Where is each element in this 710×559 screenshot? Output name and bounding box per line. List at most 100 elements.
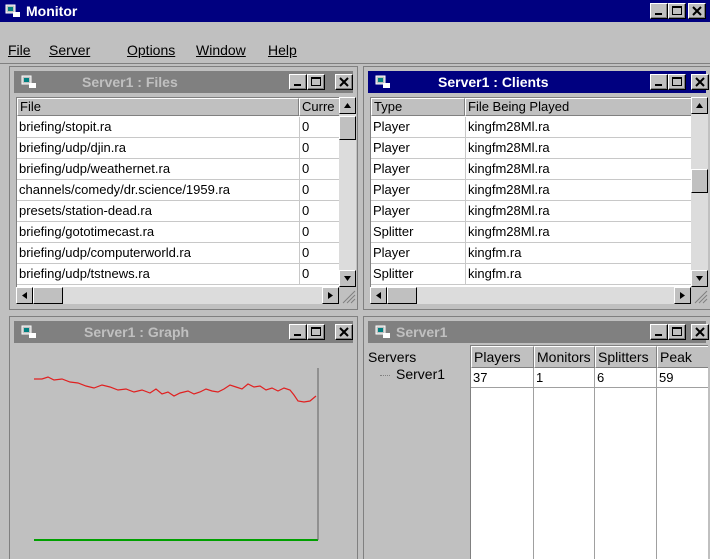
files-window-title-bar[interactable]: Server1 : Files bbox=[14, 71, 353, 93]
files-row[interactable]: channels/comedy/dr.science/1959.ra 0 bbox=[17, 180, 339, 201]
clients-column-file[interactable]: File Being Played bbox=[465, 98, 691, 116]
resize-grip[interactable] bbox=[691, 287, 708, 304]
files-cell-primary: presets/station-dead.ra bbox=[19, 203, 152, 218]
menu-options[interactable]: Options bbox=[127, 42, 175, 58]
clients-cell-secondary: kingfm.ra bbox=[468, 266, 522, 281]
files-row[interactable]: briefing/udp/djin.ra 0 bbox=[17, 138, 339, 159]
clients-row[interactable]: Player kingfm28Ml.ra bbox=[371, 201, 691, 222]
col-splitters[interactable]: Splitters bbox=[595, 346, 657, 368]
clients-cell-secondary: kingfm28Ml.ra bbox=[468, 224, 550, 239]
window-app-icon bbox=[21, 75, 36, 88]
servers-maximize-button[interactable] bbox=[668, 324, 686, 340]
clients-hscroll-thumb[interactable] bbox=[387, 287, 417, 304]
clients-row[interactable]: Splitter kingfm.ra bbox=[371, 264, 691, 285]
clients-row[interactable]: Player kingfm28Ml.ra bbox=[371, 180, 691, 201]
graph-close-button[interactable] bbox=[335, 324, 353, 340]
clients-minimize-button[interactable] bbox=[650, 74, 668, 90]
files-row[interactable]: briefing/gototimecast.ra 0 bbox=[17, 222, 339, 243]
close-icon bbox=[339, 327, 349, 337]
menu-options-label: Options bbox=[127, 42, 176, 58]
clients-scroll-thumb[interactable] bbox=[691, 169, 708, 193]
files-column-current[interactable]: Curre bbox=[299, 98, 339, 116]
menu-file[interactable]: File bbox=[8, 42, 31, 58]
clients-row[interactable]: Splitter kingfm28Ml.ra bbox=[371, 222, 691, 243]
clients-column-type[interactable]: Type bbox=[371, 98, 465, 116]
clients-row[interactable]: Player kingfm.ra bbox=[371, 243, 691, 264]
files-cell-primary: briefing/udp/computerworld.ra bbox=[19, 245, 191, 260]
graph-window: Server1 : Graph bbox=[9, 316, 358, 559]
clients-cell-primary: Player bbox=[373, 182, 410, 197]
files-row[interactable]: briefing/udp/weathernet.ra 0 bbox=[17, 159, 339, 180]
clients-maximize-button[interactable] bbox=[668, 74, 686, 90]
files-row[interactable]: briefing/stopit.ra 0 bbox=[17, 117, 339, 138]
files-list[interactable]: File Curre briefing/stopit.ra 0 briefing/u… bbox=[16, 97, 339, 287]
files-cell-secondary: 0 bbox=[302, 203, 310, 218]
cell-monitors: 1 bbox=[536, 370, 544, 385]
window-app-icon bbox=[375, 75, 390, 88]
close-button[interactable] bbox=[688, 3, 706, 19]
servers-close-button[interactable] bbox=[691, 324, 709, 340]
files-maximize-button[interactable] bbox=[307, 74, 325, 90]
scroll-right-button[interactable] bbox=[674, 287, 691, 304]
arrow-down-icon bbox=[344, 276, 351, 281]
clients-vertical-scrollbar[interactable] bbox=[691, 97, 708, 287]
scroll-right-button[interactable] bbox=[322, 287, 339, 304]
window-app-icon bbox=[375, 325, 390, 338]
scroll-down-button[interactable] bbox=[691, 270, 708, 287]
col-players[interactable]: Players bbox=[471, 346, 534, 368]
col-monitors[interactable]: Monitors bbox=[534, 346, 595, 368]
servers-minimize-button[interactable] bbox=[650, 324, 668, 340]
resize-grip[interactable] bbox=[339, 287, 356, 304]
graph-minimize-button[interactable] bbox=[289, 324, 307, 340]
files-minimize-button[interactable] bbox=[289, 74, 307, 90]
files-close-button[interactable] bbox=[335, 74, 353, 90]
files-vertical-scrollbar[interactable] bbox=[339, 97, 356, 287]
stats-row[interactable]: 37 1 6 59 bbox=[471, 368, 708, 388]
minimize-icon bbox=[655, 334, 662, 336]
files-row[interactable]: briefing/udp/tstnews.ra 0 bbox=[17, 264, 339, 285]
clients-window: Server1 : Clients Type File Being Played… bbox=[363, 66, 710, 310]
maximize-icon bbox=[311, 327, 321, 336]
clients-cell-secondary: kingfm.ra bbox=[468, 245, 522, 260]
files-cell-secondary: 0 bbox=[302, 224, 310, 239]
files-hscroll-thumb[interactable] bbox=[33, 287, 63, 304]
servers-tree-item-server1[interactable]: Server1 bbox=[396, 366, 445, 382]
clients-horizontal-scrollbar[interactable] bbox=[370, 287, 691, 304]
scroll-left-button[interactable] bbox=[370, 287, 387, 304]
clients-cell-primary: Player bbox=[373, 140, 410, 155]
clients-cell-secondary: kingfm28Ml.ra bbox=[468, 203, 550, 218]
clients-row[interactable]: Player kingfm28Ml.ra bbox=[371, 159, 691, 180]
scroll-up-button[interactable] bbox=[339, 97, 356, 114]
minimize-button[interactable] bbox=[650, 3, 668, 19]
resize-grip-icon bbox=[342, 290, 356, 304]
files-window-title: Server1 : Files bbox=[82, 74, 178, 90]
grid-divider bbox=[594, 368, 595, 559]
files-scroll-thumb[interactable] bbox=[339, 116, 356, 140]
menu-help[interactable]: Help bbox=[268, 42, 297, 58]
files-row[interactable]: presets/station-dead.ra 0 bbox=[17, 201, 339, 222]
scroll-down-button[interactable] bbox=[339, 270, 356, 287]
scroll-left-button[interactable] bbox=[16, 287, 33, 304]
maximize-icon bbox=[672, 6, 682, 15]
menu-window[interactable]: Window bbox=[196, 42, 246, 58]
maximize-button[interactable] bbox=[668, 3, 686, 19]
files-column-file[interactable]: File bbox=[17, 98, 299, 116]
clients-row[interactable]: Player kingfm28Ml.ra bbox=[371, 117, 691, 138]
clients-list[interactable]: Type File Being Played Player kingfm28Ml.… bbox=[370, 97, 691, 287]
scroll-up-button[interactable] bbox=[691, 97, 708, 114]
graph-window-title-bar[interactable]: Server1 : Graph bbox=[14, 321, 353, 343]
clients-window-title-bar[interactable]: Server1 : Clients bbox=[368, 71, 709, 93]
clients-cell-secondary: kingfm28Ml.ra bbox=[468, 161, 550, 176]
minimize-icon bbox=[294, 334, 301, 336]
menu-server[interactable]: Server bbox=[49, 42, 90, 58]
close-icon bbox=[695, 327, 705, 337]
clients-row[interactable]: Player kingfm28Ml.ra bbox=[371, 138, 691, 159]
clients-close-button[interactable] bbox=[691, 74, 709, 90]
graph-maximize-button[interactable] bbox=[307, 324, 325, 340]
files-horizontal-scrollbar[interactable] bbox=[16, 287, 339, 304]
app-title-bar[interactable]: Monitor bbox=[0, 0, 710, 22]
col-peak[interactable]: Peak bbox=[657, 346, 708, 368]
servers-window-title-bar[interactable]: Server1 bbox=[368, 321, 709, 343]
files-row[interactable]: briefing/udp/computerworld.ra 0 bbox=[17, 243, 339, 264]
clients-cell-primary: Player bbox=[373, 245, 410, 260]
